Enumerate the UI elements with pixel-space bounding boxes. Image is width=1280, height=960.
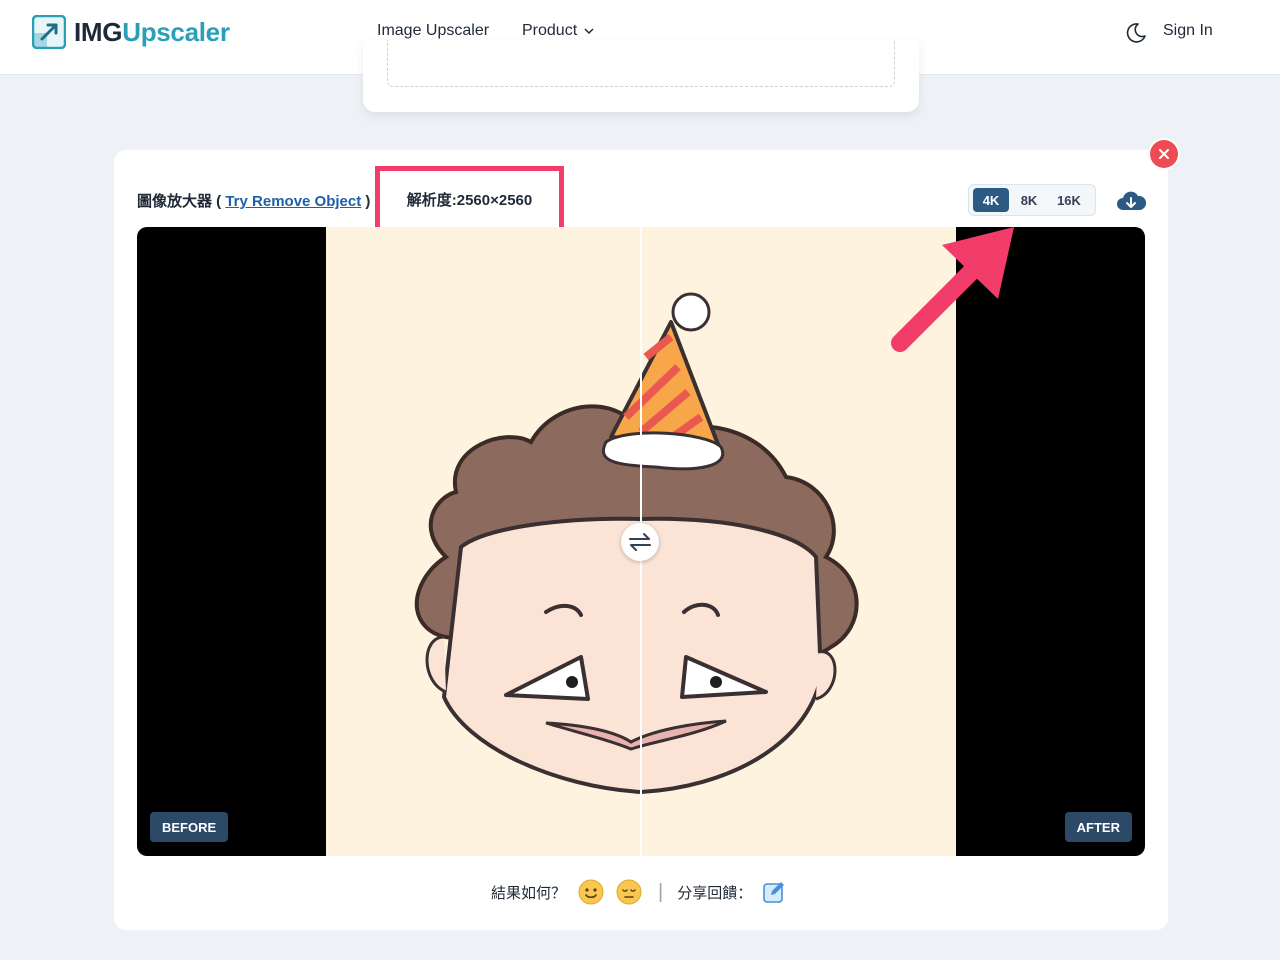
feedback-question: 結果如何？ <box>491 884 567 902</box>
logo-text-img: IMG <box>74 16 123 47</box>
upload-dropzone[interactable] <box>387 40 895 87</box>
meh-emoji-icon[interactable] <box>616 879 642 905</box>
after-label: AFTER <box>1064 812 1132 842</box>
nav-product[interactable]: Product <box>522 22 595 40</box>
resolution-text: 解析度:2560×2560 <box>406 192 533 209</box>
logo[interactable]: IMGUpscaler <box>32 14 230 50</box>
resolution-highlight: 解析度:2560×2560 <box>375 166 564 233</box>
nav-image-upscaler[interactable]: Image Upscaler <box>377 22 489 40</box>
try-remove-object-link[interactable]: Try Remove Object <box>225 193 361 210</box>
share-feedback-label: 分享回饋： <box>677 884 753 902</box>
smile-emoji-icon[interactable] <box>578 879 604 905</box>
compare-slider-knob[interactable] <box>621 523 659 561</box>
feedback-separator: | <box>658 880 664 903</box>
before-label: BEFORE <box>150 812 229 842</box>
sign-in-button[interactable]: Sign In <box>1163 22 1213 40</box>
swap-icon <box>629 533 651 551</box>
nav-product-label: Product <box>522 22 578 39</box>
logo-icon <box>32 15 66 49</box>
result-title: 圖像放大器 ( Try Remove Object ) <box>137 190 370 211</box>
title-prefix: 圖像放大器 ( <box>137 193 226 210</box>
scale-16k-button[interactable]: 16K <box>1049 188 1089 212</box>
logo-text-upscaler: Upscaler <box>122 16 230 47</box>
upload-card <box>363 40 919 112</box>
moon-icon[interactable] <box>1124 21 1148 45</box>
close-button[interactable] <box>1150 140 1178 168</box>
cloud-download-icon[interactable] <box>1115 188 1147 214</box>
edit-icon[interactable] <box>762 880 786 904</box>
annotation-arrow <box>891 227 1014 352</box>
scale-4k-button[interactable]: 4K <box>973 188 1009 212</box>
scale-selector: 4K 8K 16K <box>968 184 1096 216</box>
close-icon <box>1159 149 1169 159</box>
title-suffix: ) <box>361 193 371 210</box>
feedback-row: 結果如何？ | 分享回饋： <box>491 878 786 906</box>
scale-8k-button[interactable]: 8K <box>1013 188 1045 212</box>
chevron-down-icon <box>584 28 594 35</box>
